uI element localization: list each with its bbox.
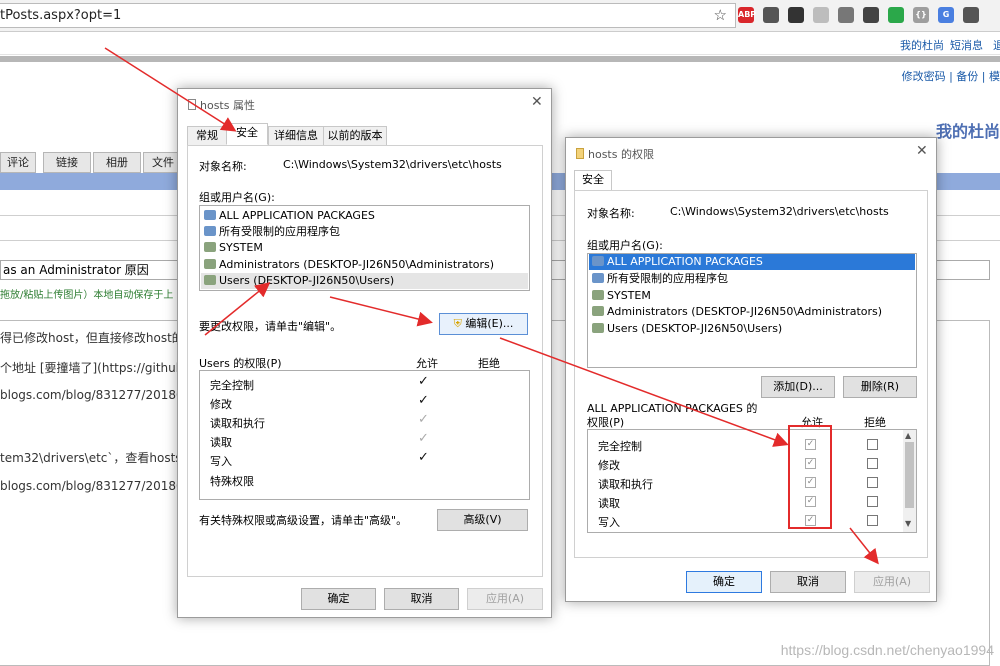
arrow-to-apply-button [849,527,879,565]
arrow-to-users-item [204,282,271,336]
watermark: https://blog.csdn.net/chenyao1994 [780,642,994,658]
arrow-to-security-tab [104,47,237,132]
annotation-arrows [104,47,879,565]
arrow-to-allow-column [499,337,789,447]
arrow-to-edit-button [329,296,433,327]
